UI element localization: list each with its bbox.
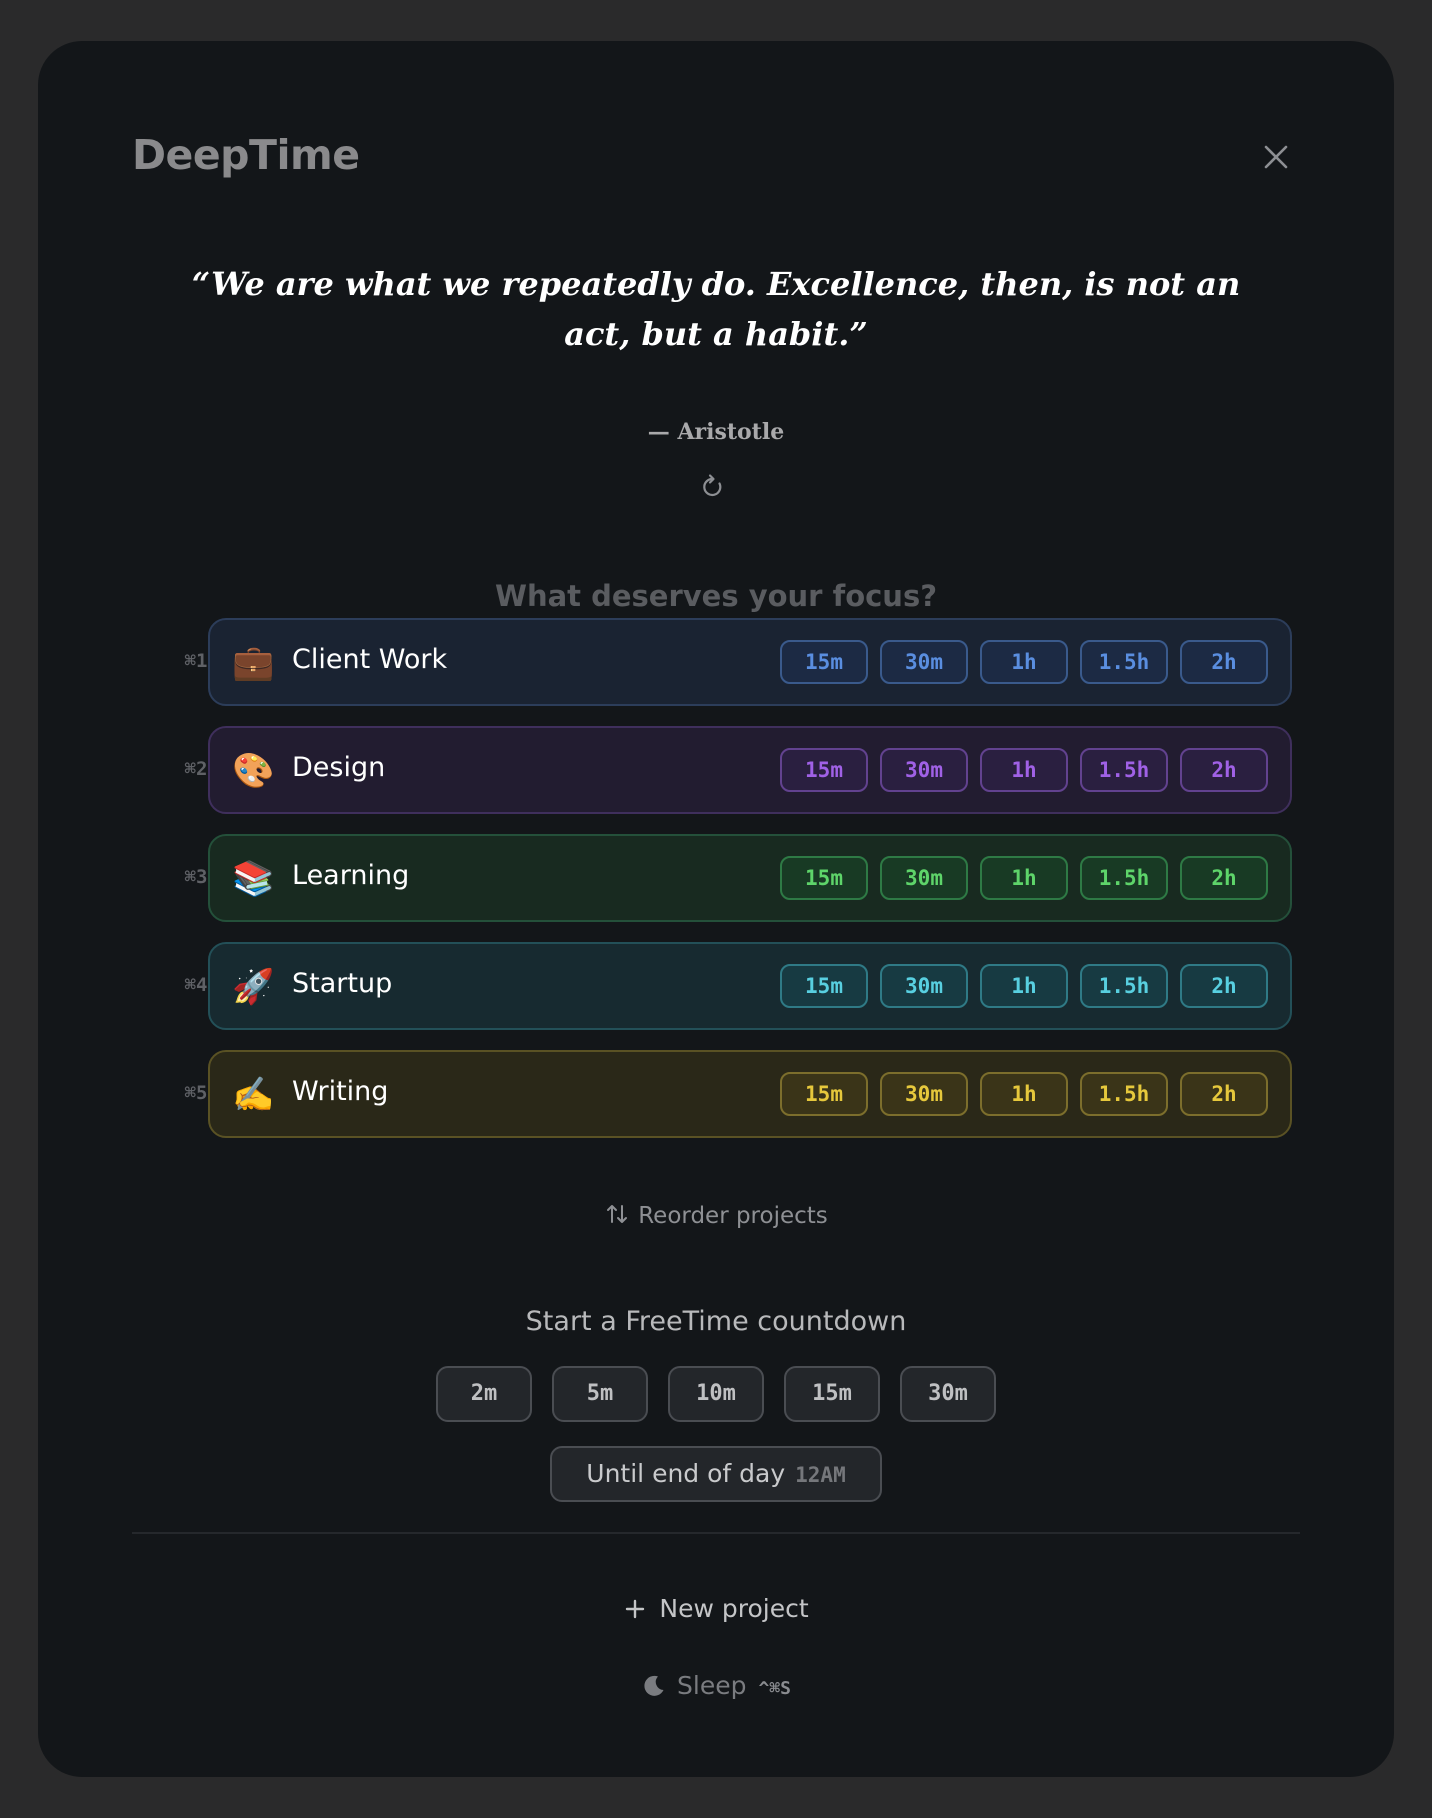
duration-2h-button[interactable]: 2h: [1180, 964, 1268, 1008]
duration-30m-button[interactable]: 30m: [880, 856, 968, 900]
project-row-learning[interactable]: 📚 Learning 15m 30m 1h 1.5h 2h: [208, 834, 1292, 922]
freetime-options: 2m 5m 10m 15m 30m: [38, 1366, 1394, 1422]
duration-2h-button[interactable]: 2h: [1180, 1072, 1268, 1116]
freetime-10m-button[interactable]: 10m: [668, 1366, 764, 1422]
plus-icon: [626, 1599, 645, 1619]
duration-2h-button[interactable]: 2h: [1180, 856, 1268, 900]
new-project-button[interactable]: New project: [188, 1594, 1244, 1623]
project-name: Learning: [292, 860, 410, 891]
project-emoji-icon: 🚀: [232, 967, 275, 1007]
project-name: Design: [292, 752, 386, 783]
freetime-heading: Start a FreeTime countdown: [525, 1306, 907, 1337]
close-button[interactable]: [1256, 137, 1296, 177]
quote-author: — Aristotle: [647, 419, 785, 445]
deeptime-panel: DeepTime “We are what we repeatedly do. …: [38, 41, 1394, 1777]
project-emoji-icon: 💼: [232, 643, 275, 683]
sleep-button[interactable]: Sleep ^⌘S: [188, 1671, 1244, 1700]
duration-buttons: 15m 30m 1h 1.5h 2h: [780, 640, 1268, 684]
reorder-projects-button[interactable]: Reorder projects: [188, 1201, 1244, 1229]
duration-2h-button[interactable]: 2h: [1180, 640, 1268, 684]
duration-1h-button[interactable]: 1h: [980, 856, 1068, 900]
project-emoji-icon: 🎨: [232, 751, 275, 791]
duration-buttons: 15m 30m 1h 1.5h 2h: [780, 856, 1268, 900]
end-of-day-label: Until end of day: [586, 1459, 786, 1488]
duration-15m-button[interactable]: 15m: [780, 856, 868, 900]
freetime-5m-button[interactable]: 5m: [552, 1366, 648, 1422]
project-emoji-icon: ✍️: [232, 1075, 275, 1115]
duration-30m-button[interactable]: 30m: [880, 1072, 968, 1116]
freetime-2m-button[interactable]: 2m: [436, 1366, 532, 1422]
duration-30m-button[interactable]: 30m: [880, 748, 968, 792]
project-row-writing[interactable]: ✍️ Writing 15m 30m 1h 1.5h 2h: [208, 1050, 1292, 1138]
freetime-15m-button[interactable]: 15m: [784, 1366, 880, 1422]
duration-1h-button[interactable]: 1h: [980, 640, 1068, 684]
duration-1-5h-button[interactable]: 1.5h: [1080, 640, 1168, 684]
new-project-label: New project: [659, 1594, 809, 1623]
sort-arrows-icon: [607, 1205, 628, 1223]
project-row-startup[interactable]: 🚀 Startup 15m 30m 1h 1.5h 2h: [208, 942, 1292, 1030]
moon-icon: [644, 1675, 664, 1696]
duration-1-5h-button[interactable]: 1.5h: [1080, 964, 1168, 1008]
duration-15m-button[interactable]: 15m: [780, 748, 868, 792]
duration-2h-button[interactable]: 2h: [1180, 748, 1268, 792]
quote-text: “We are what we repeatedly do. Excellenc…: [191, 265, 1241, 353]
project-name: Startup: [292, 968, 393, 999]
duration-15m-button[interactable]: 15m: [780, 640, 868, 684]
duration-1h-button[interactable]: 1h: [980, 1072, 1068, 1116]
duration-1-5h-button[interactable]: 1.5h: [1080, 856, 1168, 900]
divider: [132, 1532, 1300, 1534]
duration-1-5h-button[interactable]: 1.5h: [1080, 1072, 1168, 1116]
project-row-design[interactable]: 🎨 Design 15m 30m 1h 1.5h 2h: [208, 726, 1292, 814]
until-end-of-day-button[interactable]: Until end of day 12AM: [550, 1446, 882, 1502]
duration-15m-button[interactable]: 15m: [780, 964, 868, 1008]
duration-1h-button[interactable]: 1h: [980, 748, 1068, 792]
focus-heading: What deserves your focus?: [494, 579, 938, 613]
project-name: Writing: [292, 1076, 389, 1107]
app-title: DeepTime: [132, 131, 360, 179]
duration-15m-button[interactable]: 15m: [780, 1072, 868, 1116]
freetime-30m-button[interactable]: 30m: [900, 1366, 996, 1422]
project-row-client-work[interactable]: 💼 Client Work 15m 30m 1h 1.5h 2h: [208, 618, 1292, 706]
duration-1-5h-button[interactable]: 1.5h: [1080, 748, 1168, 792]
end-of-day-time: 12AM: [795, 1463, 846, 1487]
duration-buttons: 15m 30m 1h 1.5h 2h: [780, 964, 1268, 1008]
duration-1h-button[interactable]: 1h: [980, 964, 1068, 1008]
refresh-icon: [703, 474, 722, 497]
sleep-label: Sleep: [677, 1671, 747, 1700]
project-emoji-icon: 📚: [232, 859, 275, 899]
sleep-shortcut: ^⌘S: [758, 1678, 791, 1699]
duration-buttons: 15m 30m 1h 1.5h 2h: [780, 748, 1268, 792]
project-name: Client Work: [292, 644, 448, 675]
duration-30m-button[interactable]: 30m: [880, 964, 968, 1008]
duration-buttons: 15m 30m 1h 1.5h 2h: [780, 1072, 1268, 1116]
duration-30m-button[interactable]: 30m: [880, 640, 968, 684]
reorder-label: Reorder projects: [638, 1203, 828, 1229]
close-icon: [1264, 145, 1288, 169]
refresh-quote-button[interactable]: [697, 471, 729, 503]
